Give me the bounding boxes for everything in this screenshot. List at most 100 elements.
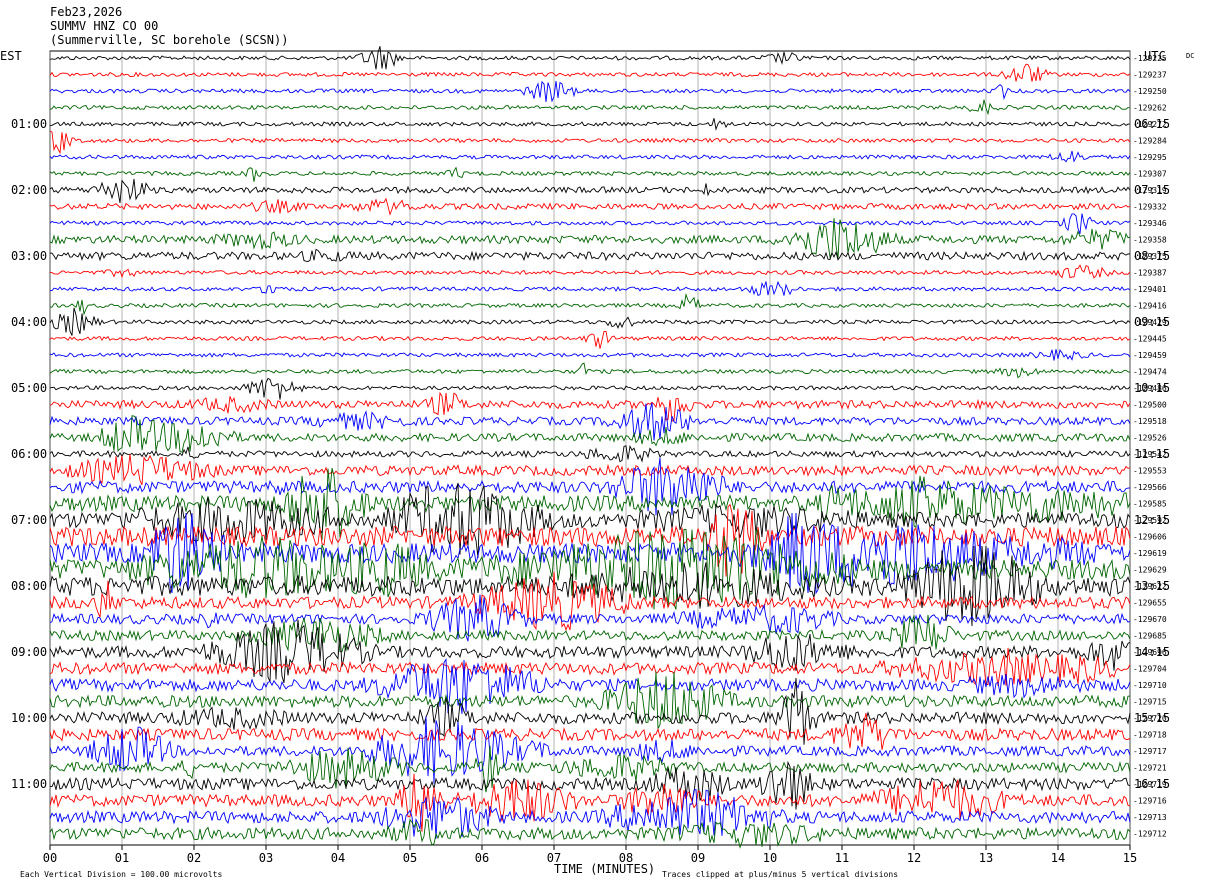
trace-line [49,80,1131,103]
trace-line [49,377,1131,400]
trace-line [49,130,1131,155]
x-tick-label: 05 [403,851,417,865]
trace-line [49,280,1131,296]
trace-offset-label: -129346 [1133,219,1167,228]
trace-line [49,349,1131,361]
trace-line [49,444,1131,463]
trace-offset-label: -129553 [1133,467,1167,476]
trace-line [49,391,1131,422]
trace-offset-label: -129416 [1133,302,1167,311]
left-hour-label: 05:00 [11,381,47,395]
trace-offset-label: -129670 [1133,615,1167,624]
left-hour-label: 09:00 [11,645,47,659]
right-hour-label: 15:15 [1134,711,1170,725]
trace-line [49,467,1131,541]
trace-offset-label: -129721 [1133,764,1167,773]
trace-line [49,63,1131,82]
trace-offset-label: -129629 [1133,566,1167,575]
trace-line [49,213,1131,234]
trace-offset-label: -129715 [1133,698,1167,707]
trace-line [49,197,1131,216]
x-tick-label: 00 [43,851,57,865]
x-axis-label: TIME (MINUTES) [554,862,656,876]
trace-line [49,166,1131,182]
left-hour-label: 08:00 [11,579,47,593]
trace-offset-label: -129237 [1133,71,1167,80]
trace-offset-label: -129332 [1133,203,1167,212]
trace-offset-label: -129685 [1133,632,1167,641]
right-hour-label: 08:15 [1134,249,1170,263]
x-tick-label: 15 [1123,851,1137,865]
x-tick-label: 12 [907,851,921,865]
trace-line [49,150,1131,163]
clip-note: Traces clipped at plus/minus 5 vertical … [662,870,899,879]
trace-offset-label: -129716 [1133,797,1167,806]
trace-offset-label: -129585 [1133,500,1167,509]
right-hour-label: 10:15 [1134,381,1170,395]
right-hour-label: 07:15 [1134,183,1170,197]
x-tick-label: 13 [979,851,993,865]
trace-line [49,671,1131,729]
trace-line [49,818,1131,849]
trace-offset-label: -129619 [1133,549,1167,558]
right-hour-label: 16:15 [1134,777,1170,791]
trace-line [49,362,1131,379]
x-tick-label: 02 [187,851,201,865]
trace-line [49,292,1131,316]
trace-line [49,99,1131,116]
trace-offset-label: -129500 [1133,401,1167,410]
trace-line [49,402,1131,441]
trace-offset-label: -129718 [1133,731,1167,740]
trace-offset-label: -129307 [1133,170,1167,179]
trace-offset-label: -129655 [1133,599,1167,608]
trace-offset-label: -129262 [1133,104,1167,113]
trace-line [49,118,1130,131]
x-tick-label: 10 [763,851,777,865]
trace-line [49,178,1131,204]
x-tick-label: 03 [259,851,273,865]
trace-offset-label: -129250 [1133,87,1167,96]
x-tick-label: 06 [475,851,489,865]
right-hour-label: 09:15 [1134,315,1170,329]
left-hour-label: 03:00 [11,249,47,263]
helicorder-plot: 00 01 02 03 04 05 06 07 08 09 10 11 12 13 14 15-129225-… [11,46,1170,865]
trace-line [49,482,1131,559]
trace-line [49,264,1131,279]
left-hour-label: 02:00 [11,183,47,197]
trace-line [49,248,1131,262]
trace-offset-label: -129474 [1133,368,1167,377]
trace-offset-label: -129710 [1133,681,1167,690]
right-hour-label: 06:15 [1134,117,1170,131]
trace-line [49,773,1131,832]
left-hour-label: 06:00 [11,447,47,461]
scale-note: Each Vertical Division = 100.00 microvol… [20,870,223,879]
trace-offset-label: -129518 [1133,417,1167,426]
plot-frame [49,50,1131,846]
trace-line [49,330,1131,349]
left-hour-label: 11:00 [11,777,47,791]
trace-line [49,454,1131,486]
right-hour-label: 12:15 [1134,513,1170,527]
trace-offset-label: -129358 [1133,236,1167,245]
trace-offset-label: -129717 [1133,747,1167,756]
trace-offset-label: -129225 [1133,54,1167,63]
right-hour-label: 11:15 [1134,447,1170,461]
left-hour-label: 04:00 [11,315,47,329]
right-hour-label: 14:15 [1134,645,1170,659]
trace-line [49,46,1131,70]
trace-line [49,307,1131,336]
x-tick-label: 04 [331,851,345,865]
left-hour-label: 10:00 [11,711,47,725]
x-tick-label: 01 [115,851,129,865]
trace-offset-label: -129459 [1133,351,1167,360]
x-tick-label: 14 [1051,851,1065,865]
trace-line [49,716,1131,784]
trace-offset-label: -129401 [1133,285,1167,294]
left-hour-label: 01:00 [11,117,47,131]
trace-offset-label: -129606 [1133,533,1167,542]
left-hour-label: 07:00 [11,513,47,527]
trace-offset-label: -129712 [1133,830,1167,839]
right-hour-label: 13:15 [1134,579,1170,593]
trace-offset-label: -129526 [1133,434,1167,443]
x-tick-label: 09 [691,851,705,865]
